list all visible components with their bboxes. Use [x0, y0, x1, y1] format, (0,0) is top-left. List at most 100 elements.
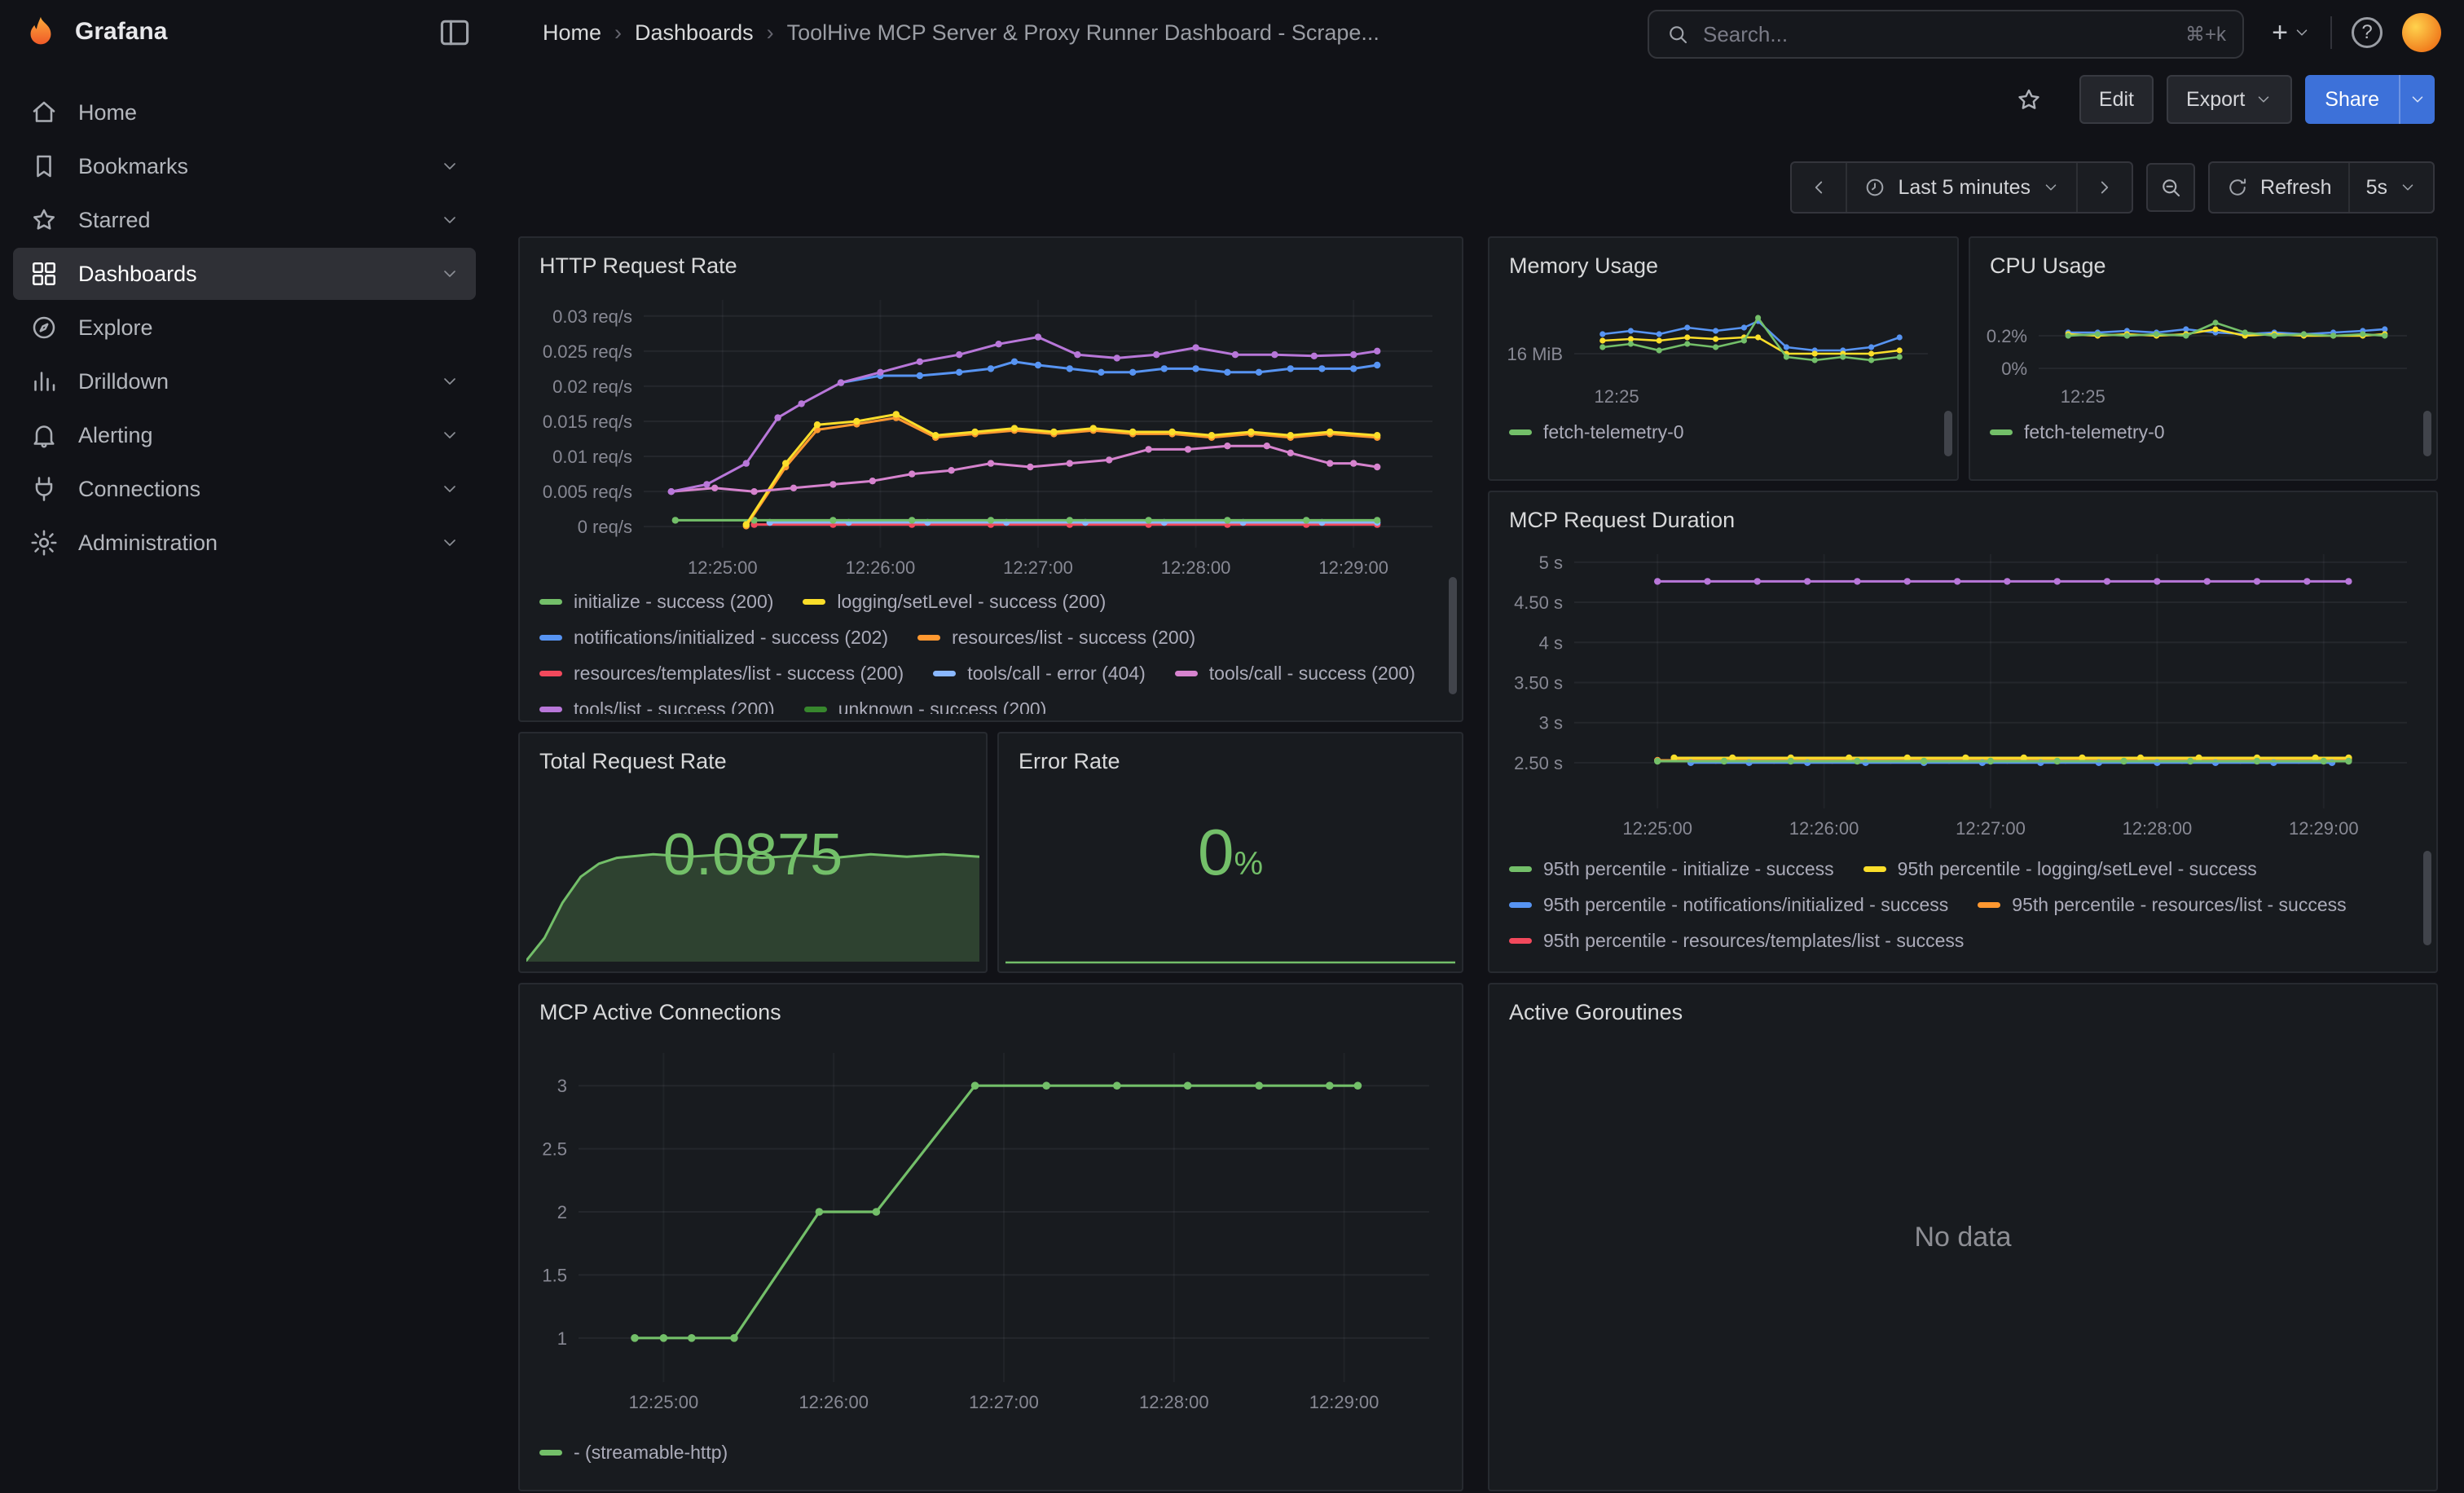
svg-text:12:26:00: 12:26:00: [1789, 818, 1859, 839]
help-button[interactable]: ?: [2352, 17, 2383, 48]
sidebar-item-alerting[interactable]: Alerting: [13, 409, 476, 461]
panel-title[interactable]: MCP Active Connections: [520, 984, 1462, 1037]
legend-item[interactable]: notifications/initialized - success (202…: [539, 623, 888, 652]
export-button[interactable]: Export: [2167, 75, 2292, 124]
edit-button[interactable]: Edit: [2079, 75, 2154, 124]
breadcrumb-home[interactable]: Home: [543, 20, 601, 46]
svg-text:12:25: 12:25: [1595, 386, 1639, 407]
share-button[interactable]: Share: [2305, 75, 2399, 124]
panel-title[interactable]: Total Request Rate: [520, 733, 986, 786]
svg-text:12:26:00: 12:26:00: [799, 1392, 869, 1412]
legend-item[interactable]: - (streamable-http): [539, 1438, 728, 1467]
svg-text:12:25:00: 12:25:00: [1622, 818, 1692, 839]
sidebar-item-dashboards[interactable]: Dashboards: [13, 248, 476, 300]
panel-title[interactable]: HTTP Request Rate: [520, 238, 1462, 290]
svg-text:12:29:00: 12:29:00: [2289, 818, 2359, 839]
legend-marker-icon: [1990, 429, 2013, 435]
legend-label: 95th percentile - notifications/initiali…: [1543, 890, 1948, 919]
sidebar-item-label: Administration: [78, 531, 218, 556]
legend-item[interactable]: 95th percentile - logging/setLevel - suc…: [1863, 854, 2257, 883]
panel-title[interactable]: MCP Request Duration: [1489, 492, 2436, 544]
legend-item[interactable]: unknown - success (200): [804, 694, 1047, 714]
chevron-down-icon[interactable]: [440, 479, 460, 499]
legend-scrollbar[interactable]: [1449, 577, 1457, 694]
chevron-down-icon[interactable]: [440, 372, 460, 391]
gear-icon: [29, 528, 59, 557]
header-divider: [2330, 16, 2332, 49]
chevron-down-icon[interactable]: [440, 156, 460, 176]
svg-text:12:29:00: 12:29:00: [1318, 557, 1388, 578]
panel-title[interactable]: Error Rate: [999, 733, 1462, 786]
search-input[interactable]: Search... ⌘+k: [1648, 10, 2244, 59]
chevron-down-icon[interactable]: [440, 264, 460, 284]
legend-label: tools/call - error (404): [967, 658, 1146, 688]
svg-text:12:27:00: 12:27:00: [969, 1392, 1039, 1412]
sidebar-item-drilldown[interactable]: Drilldown: [13, 355, 476, 407]
time-range-picker[interactable]: Last 5 minutes: [1846, 163, 2076, 212]
legend-item[interactable]: fetch-telemetry-0: [1990, 417, 2165, 447]
legend-label: fetch-telemetry-0: [2024, 417, 2165, 447]
legend-marker-icon: [1509, 429, 1532, 435]
legend-marker-icon: [539, 671, 562, 676]
refresh-interval-dropdown[interactable]: 5s: [2348, 163, 2433, 212]
legend-label: logging/setLevel - success (200): [837, 587, 1106, 616]
legend-item[interactable]: logging/setLevel - success (200): [803, 587, 1106, 616]
svg-text:0.01 req/s: 0.01 req/s: [552, 447, 632, 467]
add-button[interactable]: +: [2272, 17, 2311, 49]
legend-item[interactable]: fetch-telemetry-0: [1509, 417, 1684, 447]
stat-value: 0%: [999, 815, 1462, 890]
sidebar-toggle-button[interactable]: [437, 15, 473, 51]
legend-item[interactable]: 95th percentile - resources/templates/li…: [1509, 926, 1964, 955]
legend-item[interactable]: initialize - success (200): [539, 587, 773, 616]
zoom-out-icon: [2158, 175, 2183, 200]
legend-item[interactable]: 95th percentile - notifications/initiali…: [1509, 890, 1948, 919]
avatar[interactable]: [2402, 13, 2441, 52]
legend-item[interactable]: tools/list - success (200): [539, 694, 775, 714]
chart-legend: - (streamable-http): [539, 1438, 1436, 1470]
legend-label: 95th percentile - resources/templates/li…: [1543, 926, 1964, 955]
legend-item[interactable]: 95th percentile - initialize - success: [1509, 854, 1834, 883]
legend-label: unknown - success (200): [838, 694, 1047, 714]
favorite-star-button[interactable]: [2004, 75, 2053, 124]
chevron-down-icon: [2409, 90, 2427, 108]
panel-title[interactable]: Memory Usage: [1489, 238, 1957, 290]
sidebar-item-home[interactable]: Home: [13, 86, 476, 139]
chevron-down-icon[interactable]: [440, 425, 460, 445]
sidebar-item-connections[interactable]: Connections: [13, 463, 476, 515]
chevron-down-icon[interactable]: [440, 533, 460, 553]
dashboards-grid-icon: [29, 259, 59, 288]
legend-scrollbar[interactable]: [1944, 411, 1952, 456]
mcp-request-duration-chart: 5 s4.50 s4 s3.50 s3 s2.50 s12:25:0012:26…: [1503, 544, 2420, 844]
time-range-label: Last 5 minutes: [1898, 176, 2031, 200]
legend-item[interactable]: 95th percentile - resources/list - succe…: [1978, 890, 2346, 919]
chevron-left-icon: [1808, 177, 1829, 198]
zoom-out-button[interactable]: [2146, 163, 2195, 212]
bell-icon: [29, 421, 59, 450]
svg-text:0.03 req/s: 0.03 req/s: [552, 306, 632, 327]
sidebar-item-starred[interactable]: Starred: [13, 194, 476, 246]
sidebar-item-explore[interactable]: Explore: [13, 302, 476, 354]
legend-scrollbar[interactable]: [2423, 411, 2431, 456]
panel-title[interactable]: CPU Usage: [1970, 238, 2436, 290]
panel-cpu-usage: CPU Usage 0.2%0%12:25 fetch-telemetry-0: [1969, 236, 2438, 481]
legend-item[interactable]: tools/call - error (404): [933, 658, 1146, 688]
refresh-button[interactable]: Refresh: [2210, 163, 2348, 212]
legend-item[interactable]: tools/call - success (200): [1175, 658, 1415, 688]
brand-name: Grafana: [75, 18, 167, 46]
svg-text:12:25:00: 12:25:00: [688, 557, 758, 578]
time-back-button[interactable]: [1792, 163, 1846, 212]
legend-item[interactable]: resources/templates/list - success (200): [539, 658, 904, 688]
legend-label: tools/list - success (200): [574, 694, 775, 714]
legend-item[interactable]: resources/list - success (200): [917, 623, 1195, 652]
sidebar-item-administration[interactable]: Administration: [13, 517, 476, 569]
edit-button-label: Edit: [2099, 88, 2134, 112]
share-dropdown-button[interactable]: [2399, 75, 2435, 124]
breadcrumb-dashboards[interactable]: Dashboards: [635, 20, 754, 46]
time-forward-button[interactable]: [2076, 163, 2132, 212]
svg-text:12:26:00: 12:26:00: [846, 557, 916, 578]
sidebar-item-bookmarks[interactable]: Bookmarks: [13, 140, 476, 192]
legend-scrollbar[interactable]: [2423, 851, 2431, 945]
breadcrumb-separator: ›: [754, 20, 787, 46]
refresh-interval-label: 5s: [2366, 176, 2387, 200]
chevron-down-icon[interactable]: [440, 210, 460, 230]
